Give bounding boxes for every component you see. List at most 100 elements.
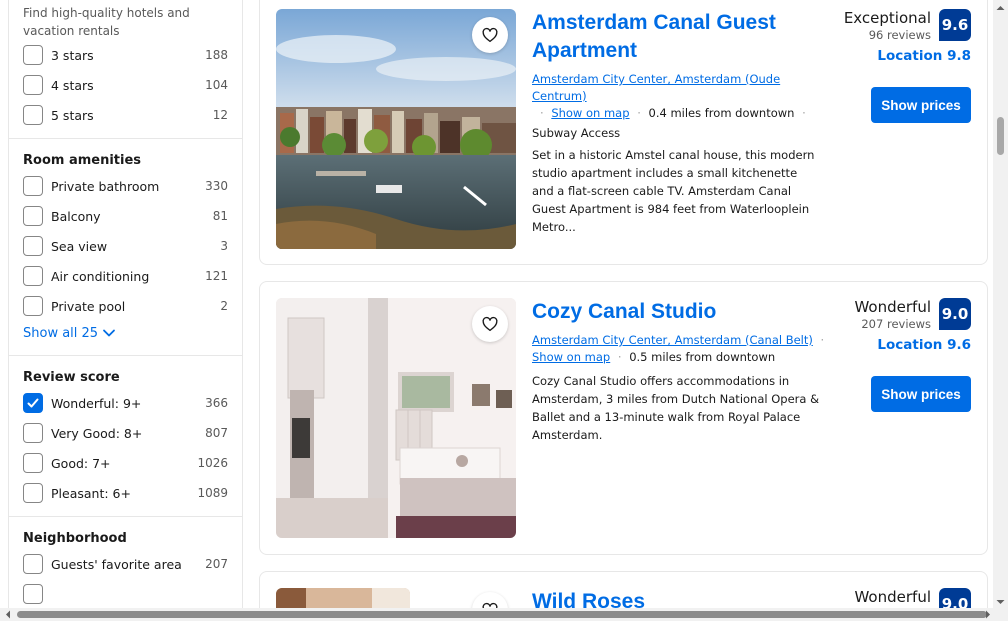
checkbox[interactable] xyxy=(23,423,43,443)
separator-dot: · xyxy=(617,350,622,364)
scroll-right-arrow-icon[interactable] xyxy=(982,608,994,621)
show-on-map-link[interactable]: Show on map xyxy=(551,106,629,120)
horizontal-scrollbar[interactable] xyxy=(0,608,1008,621)
filter-option-count: 807 xyxy=(205,426,228,440)
scroll-down-arrow-icon[interactable] xyxy=(993,596,1008,608)
filter-option-label: Guests' favorite area xyxy=(51,556,182,572)
review-score-text: Wonderful xyxy=(854,588,931,607)
location-score: Location 9.8 xyxy=(877,48,971,64)
horizontal-scroll-thumb[interactable] xyxy=(17,611,987,618)
filter-option-label: Pleasant: 6+ xyxy=(51,485,131,501)
filter-option-wonderful[interactable]: Wonderful: 9+ 366 xyxy=(23,388,228,418)
checkbox[interactable] xyxy=(23,483,43,503)
section-title: Neighborhood xyxy=(23,531,127,546)
filter-option-label: Very Good: 8+ xyxy=(51,425,143,441)
favorite-button[interactable] xyxy=(472,17,508,53)
filter-option-sea-view[interactable]: Sea view 3 xyxy=(23,231,228,261)
score-badge: 9.6 xyxy=(939,9,971,41)
property-photo[interactable] xyxy=(276,9,516,249)
rating-block: Exceptional 96 reviews 9.6 Location 9.8 … xyxy=(771,9,971,139)
filter-option-count: 1026 xyxy=(197,456,228,470)
filter-option-pleasant[interactable]: Pleasant: 6+ 1089 xyxy=(23,478,228,508)
filter-option-count: 121 xyxy=(205,269,228,283)
checkbox[interactable] xyxy=(23,105,43,125)
review-score-filter: Review score Wonderful: 9+ 366 Very Good… xyxy=(9,355,242,508)
property-title-line[interactable]: Amsterdam Canal Guest xyxy=(532,11,776,34)
show-all-label: Show all 25 xyxy=(23,325,99,341)
filter-option-label: Private pool xyxy=(51,298,126,314)
filter-option-label: 3 stars xyxy=(51,47,94,63)
rating-block: Wonderful 207 reviews 9.0 Location 9.6 S… xyxy=(771,298,971,428)
checkbox[interactable] xyxy=(23,75,43,95)
filter-option-label: Balcony xyxy=(51,208,101,224)
neighborhood-filter: Neighborhood Guests' favorite area 207 xyxy=(9,516,242,608)
filter-option-label: Sea view xyxy=(51,238,108,254)
show-all-amenities-link[interactable]: Show all 25 xyxy=(23,321,228,345)
heart-icon xyxy=(482,316,498,332)
filter-option-4-stars[interactable]: 4 stars 104 xyxy=(23,70,228,100)
location-score: Location 9.6 xyxy=(877,337,971,353)
vertical-scroll-thumb[interactable] xyxy=(997,117,1004,155)
filter-option-partial[interactable] xyxy=(23,579,228,608)
review-score[interactable]: Exceptional 96 reviews 9.6 xyxy=(771,9,971,42)
rating-word: Wonderful xyxy=(854,588,931,606)
filter-option-label: 4 stars xyxy=(51,77,94,93)
separator-dot: · xyxy=(540,106,544,120)
show-prices-button[interactable]: Show prices xyxy=(871,87,971,123)
favorite-button[interactable] xyxy=(472,306,508,342)
checkbox[interactable] xyxy=(23,584,43,604)
filter-option-count: 207 xyxy=(205,557,228,571)
checkbox[interactable] xyxy=(23,453,43,473)
filter-option-count: 3 xyxy=(220,239,228,253)
review-score[interactable]: Wonderful 207 reviews 9.0 xyxy=(771,298,971,331)
show-prices-button[interactable]: Show prices xyxy=(871,376,971,412)
filter-option-private-pool[interactable]: Private pool 2 xyxy=(23,291,228,321)
filter-option-5-stars[interactable]: 5 stars 12 xyxy=(23,100,228,130)
scroll-up-arrow-icon[interactable] xyxy=(993,2,1008,14)
property-card: Amsterdam Canal Guest Apartment Amsterda… xyxy=(259,0,988,265)
filter-option-guests-favorite-area[interactable]: Guests' favorite area 207 xyxy=(23,549,228,579)
checkbox-checked[interactable] xyxy=(23,393,43,413)
property-title-line[interactable]: Apartment xyxy=(532,39,637,62)
filter-option-balcony[interactable]: Balcony 81 xyxy=(23,201,228,231)
area-link[interactable]: Amsterdam City Center, Amsterdam (Oude C… xyxy=(532,72,780,103)
filter-option-private-bathroom[interactable]: Private bathroom 330 xyxy=(23,171,228,201)
section-title: Room amenities xyxy=(23,153,142,168)
chevron-down-icon xyxy=(103,329,115,337)
property-card: Cozy Canal Studio Amsterdam City Center,… xyxy=(259,281,988,555)
filter-option-very-good[interactable]: Very Good: 8+ 807 xyxy=(23,418,228,448)
filter-option-label: Air conditioning xyxy=(51,268,150,284)
filter-option-count: 1089 xyxy=(197,486,228,500)
property-photo[interactable] xyxy=(276,298,516,538)
star-rating-filter: Find high-quality hotels and vacation re… xyxy=(9,0,242,130)
filter-option-count: 330 xyxy=(205,179,228,193)
vertical-scrollbar[interactable] xyxy=(993,0,1008,608)
checkbox[interactable] xyxy=(23,176,43,196)
filter-option-label: Private bathroom xyxy=(51,178,160,194)
checkbox[interactable] xyxy=(23,296,43,316)
section-title: Review score xyxy=(23,370,120,385)
heart-icon xyxy=(482,27,498,43)
filter-option-label: 5 stars xyxy=(51,107,94,123)
checkbox[interactable] xyxy=(23,266,43,286)
review-count: 96 reviews xyxy=(868,28,931,42)
checkbox[interactable] xyxy=(23,206,43,226)
filter-option-count: 2 xyxy=(220,299,228,313)
scroll-left-arrow-icon[interactable] xyxy=(2,608,14,621)
filter-option-count: 81 xyxy=(212,209,228,223)
filter-option-count: 188 xyxy=(205,48,228,62)
filter-option-air-conditioning[interactable]: Air conditioning 121 xyxy=(23,261,228,291)
review-score-text: Exceptional 96 reviews xyxy=(844,9,931,42)
filter-option-3-stars[interactable]: 3 stars 188 xyxy=(23,40,228,70)
filters-sidebar: Find high-quality hotels and vacation re… xyxy=(8,0,243,608)
score-badge: 9.0 xyxy=(939,298,971,330)
filter-option-good[interactable]: Good: 7+ 1026 xyxy=(23,448,228,478)
filter-option-label: Wonderful: 9+ xyxy=(51,395,142,411)
checkbox[interactable] xyxy=(23,554,43,574)
checkbox[interactable] xyxy=(23,45,43,65)
checkbox[interactable] xyxy=(23,236,43,256)
distance-text: 0.5 miles from downtown xyxy=(629,350,776,364)
filter-option-label: Good: 7+ xyxy=(51,455,111,471)
show-on-map-link[interactable]: Show on map xyxy=(532,350,610,364)
filter-option-count: 366 xyxy=(205,396,228,410)
